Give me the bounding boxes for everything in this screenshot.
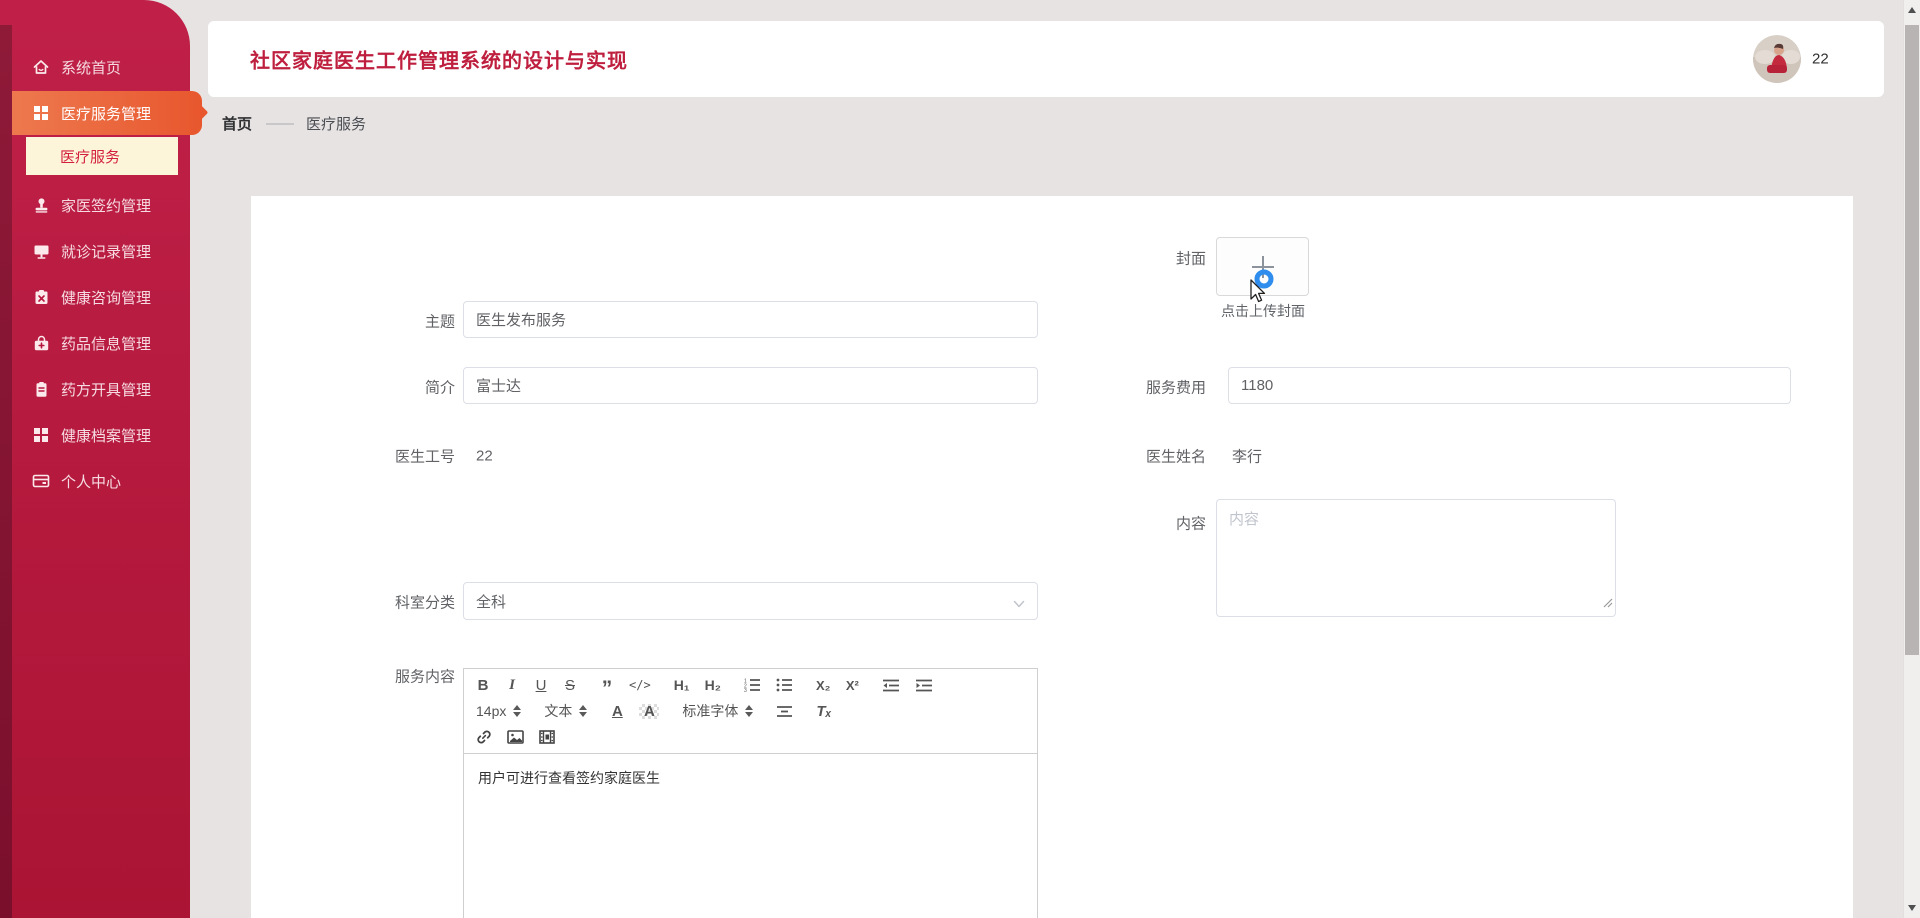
- clear-format-button[interactable]: Tₓ: [816, 704, 831, 719]
- updown-arrows-icon: [513, 705, 522, 717]
- font-family-dropdown[interactable]: 标准字体: [682, 701, 754, 721]
- service-form-card: 主题 简介 医生工号 22 科室分类 全科 服务内容 B I U S ” </>…: [251, 196, 1853, 918]
- ordered-list-button[interactable]: 123: [744, 678, 761, 692]
- doctor-no-value: 22: [476, 447, 493, 465]
- sidebar-item-label: 医疗服务管理: [61, 105, 152, 123]
- font-color-button[interactable]: A: [610, 704, 624, 719]
- editor-toolbar: B I U S ” </> H₁ H₂ 123 X₂ X² 14px 文本 A …: [463, 668, 1038, 754]
- sidebar-item-home[interactable]: 系统首页: [0, 44, 190, 90]
- doctor-name-value: 李行: [1232, 448, 1263, 466]
- sidebar-item-personal-center[interactable]: 个人中心: [0, 458, 190, 504]
- line-height-button[interactable]: [776, 705, 793, 718]
- header-bar: 社区家庭医生工作管理系统的设计与实现 22: [208, 21, 1884, 97]
- updown-arrows-icon: [579, 705, 588, 717]
- link-button[interactable]: [476, 729, 492, 745]
- sidebar-item-label: 就诊记录管理: [61, 243, 152, 261]
- home-icon: [32, 58, 50, 76]
- breadcrumb-separator: ——: [266, 115, 294, 132]
- sidebar-item-label: 药品信息管理: [61, 335, 152, 353]
- updown-arrows-icon: [745, 705, 754, 717]
- sidebar-item-label: 健康档案管理: [61, 427, 152, 445]
- bullet-list-button[interactable]: [776, 678, 793, 692]
- sidebar-item-visit-records[interactable]: 就诊记录管理: [0, 228, 190, 274]
- image-button[interactable]: [507, 730, 524, 744]
- editor-content-area[interactable]: 用户可进行查看签约家庭医生: [463, 754, 1038, 918]
- seal-icon: [32, 196, 50, 214]
- code-button[interactable]: </>: [629, 679, 651, 691]
- chevron-down-icon: [1013, 596, 1025, 613]
- scroll-down-arrow[interactable]: [1908, 905, 1916, 911]
- scroll-up-arrow[interactable]: [1908, 7, 1916, 13]
- svg-text:3: 3: [744, 688, 747, 692]
- sidebar-item-label: 药方开具管理: [61, 381, 152, 399]
- superscript-button[interactable]: X²: [845, 679, 859, 692]
- sidebar: 系统首页 医疗服务管理 医疗服务 家医签约管理 就诊记录管理 健康咨询管理 药品…: [0, 0, 209, 918]
- cover-label: 封面: [1175, 250, 1206, 268]
- sidebar-item-medical-service-mgmt[interactable]: 医疗服务管理: [0, 90, 209, 136]
- fee-input[interactable]: [1228, 367, 1791, 404]
- cover-upload-box[interactable]: [1216, 237, 1309, 296]
- cover-upload-hint: 点击上传封面: [1221, 303, 1305, 319]
- intro-input[interactable]: [463, 367, 1038, 404]
- sidebar-subitem-label: 医疗服务: [60, 148, 121, 166]
- editor-text: 用户可进行查看签约家庭医生: [478, 770, 660, 786]
- sidebar-item-label: 健康咨询管理: [61, 289, 152, 307]
- subscript-button[interactable]: X₂: [816, 679, 830, 692]
- subject-label: 主题: [424, 313, 455, 331]
- content-textarea[interactable]: [1216, 499, 1616, 617]
- doctor-no-label: 医生工号: [394, 448, 455, 466]
- italic-button[interactable]: I: [505, 677, 519, 693]
- department-select[interactable]: 全科: [463, 582, 1038, 620]
- sidebar-item-family-doctor-sign[interactable]: 家医签约管理: [0, 182, 190, 228]
- clipboard-x-icon: [32, 288, 50, 306]
- outdent-button[interactable]: [882, 679, 900, 692]
- sidebar-item-prescription[interactable]: 药方开具管理: [0, 366, 190, 412]
- monitor-icon: [32, 242, 50, 260]
- intro-label: 简介: [424, 379, 455, 397]
- bold-button[interactable]: B: [476, 678, 490, 693]
- page-title: 社区家庭医生工作管理系统的设计与实现: [250, 50, 628, 73]
- vertical-scrollbar[interactable]: [1903, 0, 1920, 918]
- clipboard-icon: [32, 380, 50, 398]
- breadcrumb: 首页 —— 医疗服务: [222, 113, 366, 134]
- sidebar-menu: 系统首页 医疗服务管理 医疗服务 家医签约管理 就诊记录管理 健康咨询管理 药品…: [0, 44, 209, 504]
- indent-button[interactable]: [915, 679, 933, 692]
- department-label: 科室分类: [394, 594, 455, 612]
- medicine-bag-icon: [32, 334, 50, 352]
- text-type-dropdown[interactable]: 文本: [544, 701, 588, 721]
- sidebar-item-health-archive[interactable]: 健康档案管理: [0, 412, 190, 458]
- quote-button[interactable]: ”: [600, 672, 614, 699]
- service-content-label: 服务内容: [394, 668, 455, 686]
- subject-input[interactable]: [463, 301, 1038, 338]
- highlight-color-button[interactable]: A: [639, 703, 659, 719]
- content-label: 内容: [1175, 515, 1206, 533]
- grid-icon: [32, 104, 50, 122]
- grid-icon: [32, 426, 50, 444]
- sidebar-item-drug-info[interactable]: 药品信息管理: [0, 320, 190, 366]
- department-select-value: 全科: [476, 593, 507, 611]
- sidebar-subitem-medical-service[interactable]: 医疗服务: [26, 137, 178, 175]
- id-card-icon: [32, 472, 50, 490]
- breadcrumb-home[interactable]: 首页: [222, 113, 252, 134]
- doctor-name-label: 医生姓名: [1145, 448, 1206, 466]
- video-button[interactable]: [539, 730, 555, 744]
- heading2-button[interactable]: H₂: [705, 678, 721, 692]
- plus-icon: [1261, 255, 1264, 278]
- heading1-button[interactable]: H₁: [674, 678, 690, 692]
- strikethrough-button[interactable]: S: [563, 678, 577, 693]
- breadcrumb-current: 医疗服务: [306, 116, 367, 133]
- underline-button[interactable]: U: [534, 678, 548, 693]
- user-avatar[interactable]: [1753, 35, 1801, 83]
- user-id-badge: 22: [1812, 50, 1829, 68]
- fee-label: 服务费用: [1145, 379, 1206, 397]
- sidebar-item-label: 家医签约管理: [61, 197, 152, 215]
- rich-text-editor: B I U S ” </> H₁ H₂ 123 X₂ X² 14px 文本 A …: [463, 668, 1038, 918]
- scrollbar-thumb[interactable]: [1905, 25, 1919, 655]
- sidebar-item-label: 个人中心: [61, 473, 122, 491]
- sidebar-item-health-consult[interactable]: 健康咨询管理: [0, 274, 190, 320]
- font-size-dropdown[interactable]: 14px: [476, 703, 522, 719]
- sidebar-item-label: 系统首页: [61, 59, 122, 77]
